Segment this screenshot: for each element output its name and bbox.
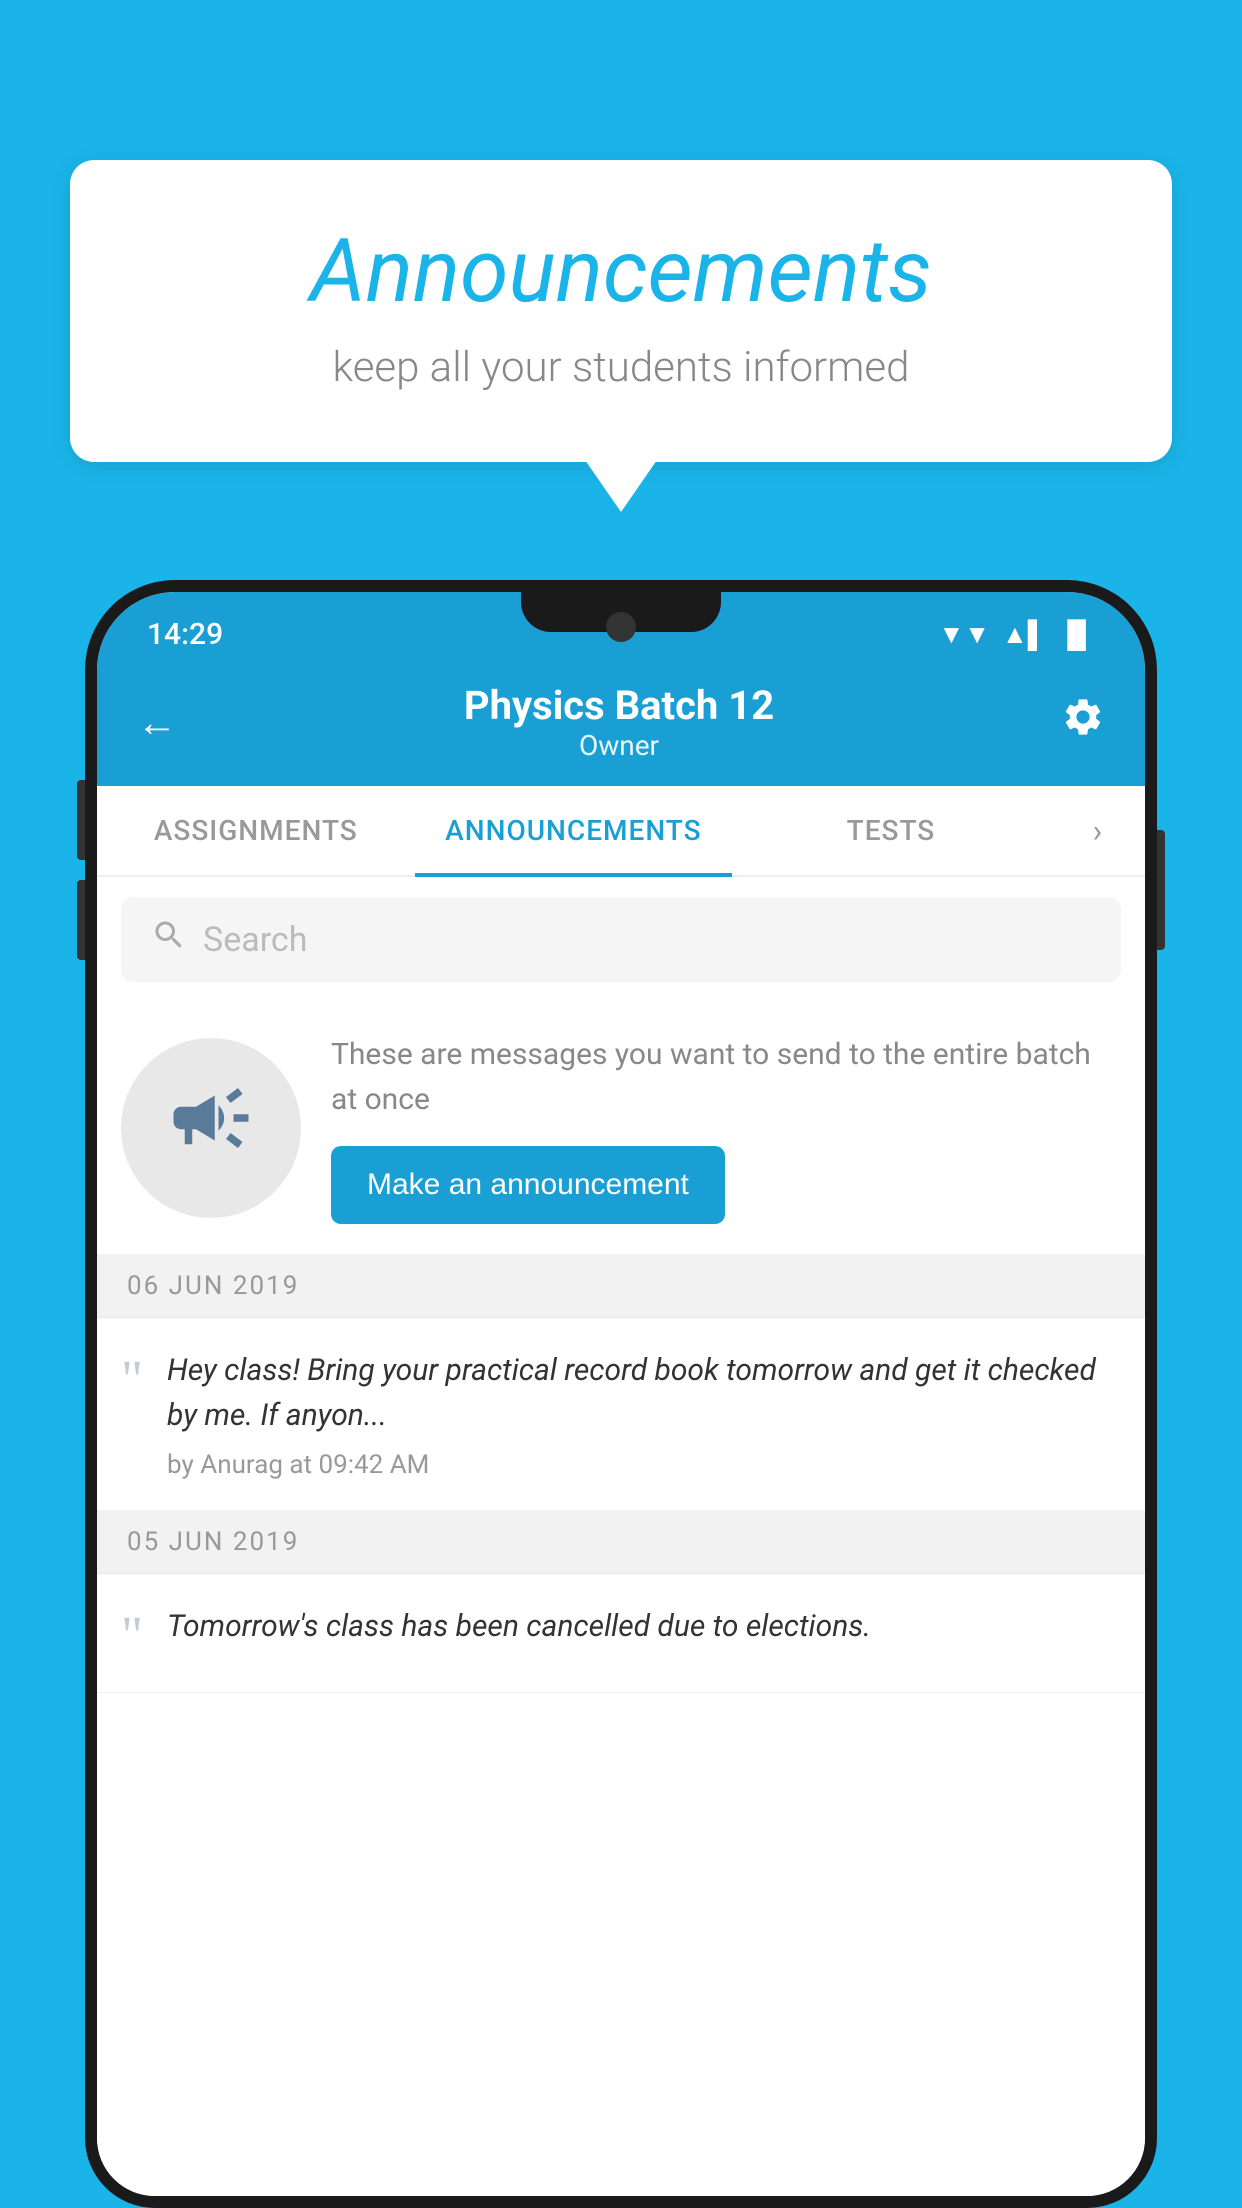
search-icon (151, 917, 187, 962)
announcement-content-1: Hey class! Bring your practical record b… (167, 1348, 1121, 1480)
signal-icon: ▲▌ (1002, 619, 1046, 650)
announcement-meta-1: by Anurag at 09:42 AM (167, 1450, 1121, 1480)
speech-bubble: Announcements keep all your students inf… (70, 160, 1172, 462)
power-button (1157, 830, 1165, 950)
quote-icon-2: " (121, 1604, 143, 1662)
announcement-promo: These are messages you want to send to t… (97, 1002, 1145, 1255)
phone-camera (606, 612, 636, 642)
status-icons: ▼▼ ▲▌ ▐▌ (939, 619, 1095, 650)
announcement-content-2: Tomorrow's class has been cancelled due … (167, 1604, 1121, 1662)
wifi-icon: ▼▼ (939, 619, 990, 650)
settings-button[interactable] (1061, 695, 1105, 749)
date-separator-1: 06 JUN 2019 (97, 1255, 1145, 1318)
search-bar[interactable]: Search (121, 897, 1121, 982)
bubble-title: Announcements (150, 220, 1092, 323)
bubble-subtitle: keep all your students informed (150, 343, 1092, 392)
date-separator-2: 05 JUN 2019 (97, 1511, 1145, 1574)
phone-wrapper: 14:29 ▼▼ ▲▌ ▐▌ ← Physics Batch 12 Owner (85, 580, 1157, 2208)
tabs-bar: ASSIGNMENTS ANNOUNCEMENTS TESTS › (97, 786, 1145, 877)
app-bar: ← Physics Batch 12 Owner (97, 662, 1145, 786)
megaphone-icon (166, 1073, 256, 1183)
announcement-item-2[interactable]: " Tomorrow's class has been cancelled du… (97, 1574, 1145, 1693)
status-time: 14:29 (147, 617, 223, 652)
promo-description: These are messages you want to send to t… (331, 1032, 1121, 1122)
quote-icon-1: " (121, 1348, 143, 1480)
announcement-text-2: Tomorrow's class has been cancelled due … (167, 1604, 1121, 1649)
app-bar-subtitle: Owner (177, 729, 1061, 762)
phone-frame: 14:29 ▼▼ ▲▌ ▐▌ ← Physics Batch 12 Owner (85, 580, 1157, 2208)
promo-content: These are messages you want to send to t… (331, 1032, 1121, 1224)
phone-screen: 14:29 ▼▼ ▲▌ ▐▌ ← Physics Batch 12 Owner (97, 592, 1145, 2196)
tab-tests[interactable]: TESTS (732, 786, 1050, 875)
make-announcement-button[interactable]: Make an announcement (331, 1146, 725, 1224)
phone-notch (521, 592, 721, 632)
tab-more[interactable]: › (1050, 786, 1145, 875)
search-placeholder: Search (203, 920, 307, 960)
back-button[interactable]: ← (137, 699, 177, 746)
search-container: Search (97, 877, 1145, 1002)
speech-bubble-container: Announcements keep all your students inf… (70, 160, 1172, 462)
announcement-item-1[interactable]: " Hey class! Bring your practical record… (97, 1318, 1145, 1511)
content-area: Search These are messages you want to se… (97, 877, 1145, 2196)
volume-down-button (77, 880, 85, 960)
tab-assignments[interactable]: ASSIGNMENTS (97, 786, 415, 875)
app-bar-title: Physics Batch 12 (177, 682, 1061, 729)
app-bar-title-container: Physics Batch 12 Owner (177, 682, 1061, 762)
announcement-text-1: Hey class! Bring your practical record b… (167, 1348, 1121, 1438)
volume-up-button (77, 780, 85, 860)
tab-announcements[interactable]: ANNOUNCEMENTS (415, 786, 733, 875)
battery-icon: ▐▌ (1058, 619, 1095, 650)
promo-icon-circle (121, 1038, 301, 1218)
